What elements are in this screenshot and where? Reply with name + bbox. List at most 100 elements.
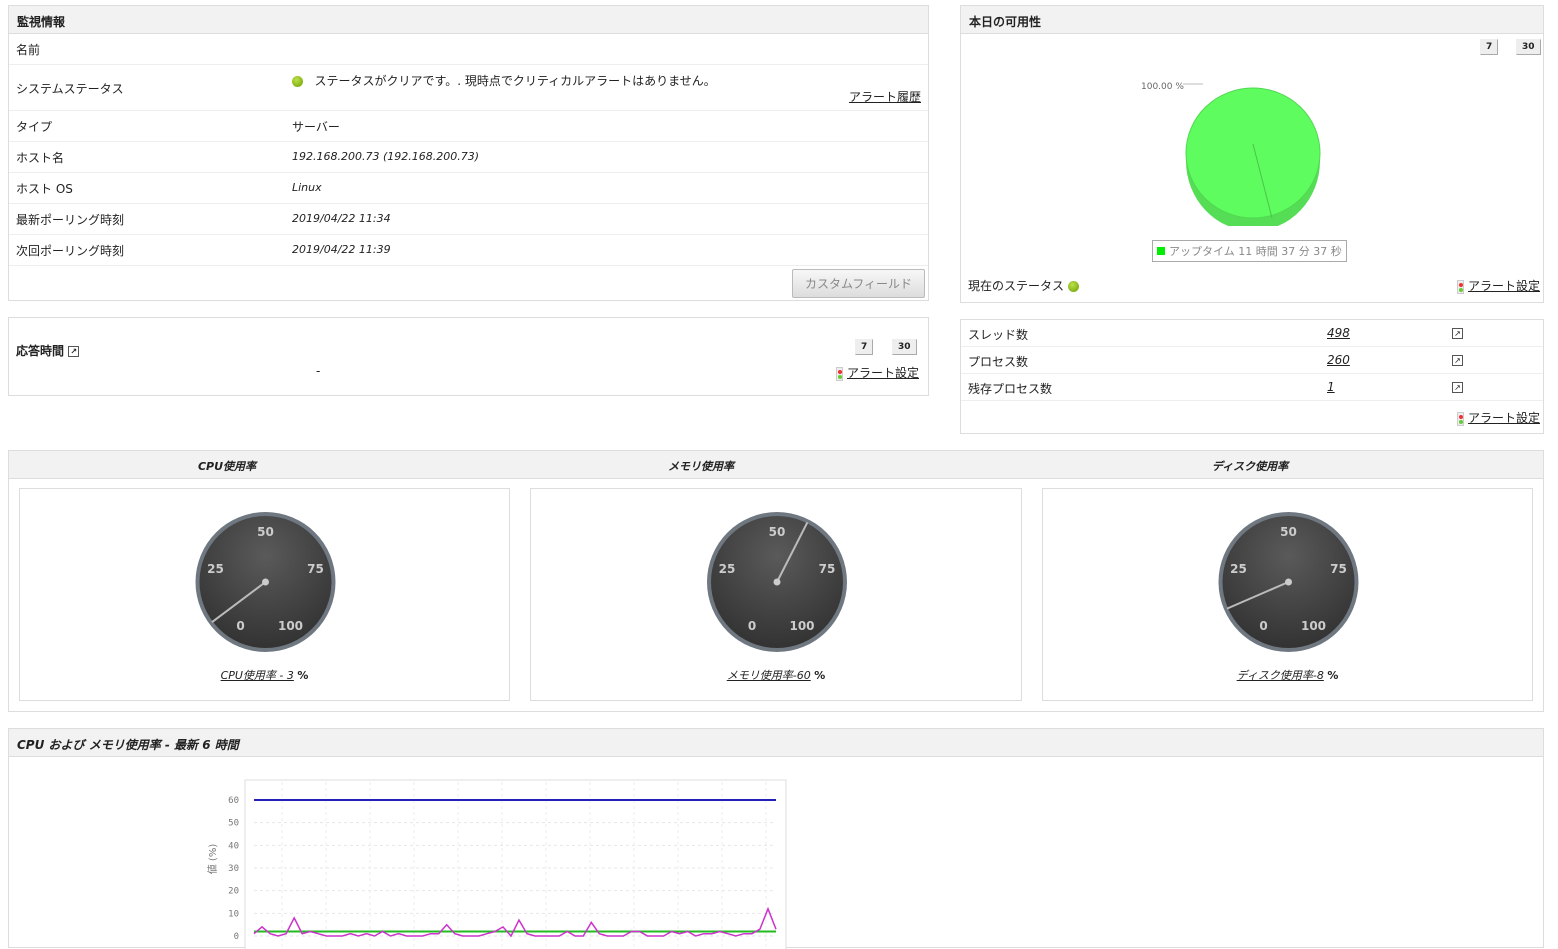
gauge-tick-label: 0: [236, 619, 244, 633]
gauge-tick-label: 25: [1230, 562, 1247, 576]
gauge-tick-label: 100: [278, 619, 303, 633]
row-next-poll: 次回ポーリング時刻 2019/04/22 11:39: [9, 235, 928, 266]
cpu-gauge-label: CPU使用率 - 3 %: [20, 667, 509, 683]
memory-gauge-title: メモリ使用率: [668, 460, 734, 473]
process-counts-panel: スレッド数 498 ↗ プロセス数 260 ↗ 残存プロセス数 1 ↗ アラート設定: [960, 319, 1544, 434]
external-link-icon[interactable]: ↗: [68, 346, 80, 357]
y-tick-label: 50: [228, 819, 239, 829]
alert-settings-link[interactable]: アラート設定: [847, 366, 919, 380]
gauge-tick-label: 50: [1280, 525, 1297, 539]
alert-settings: アラート設定: [835, 364, 919, 381]
memory-gauge-box: 0 25 50 75 100 メモリ使用率-60 %: [530, 488, 1022, 701]
gauge-tick-label: 0: [1259, 619, 1267, 633]
process-count-link[interactable]: 260: [1327, 353, 1350, 367]
monitor-info-title: 監視情報: [9, 6, 928, 34]
pie-slice-uptime: [1185, 87, 1321, 219]
external-link-icon[interactable]: ↗: [1452, 355, 1463, 366]
memory-usage-link[interactable]: メモリ使用率-60: [727, 669, 811, 682]
availability-panel: 本日の可用性 7 30 100.00 % アップタイム 11 時間 37 分 3…: [960, 5, 1544, 303]
legend-text: アップタイム 11 時間 37 分 37 秒: [1169, 245, 1342, 258]
disk-gauge-label: ディスク使用率-8 %: [1043, 667, 1532, 683]
zombie-process-row: 残存プロセス数 1 ↗: [961, 374, 1543, 401]
gauge-tick-label: 25: [719, 562, 736, 576]
gauge-tick-label: 75: [819, 562, 836, 576]
gauge-tick-label: 50: [257, 525, 274, 539]
alert-settings-link[interactable]: アラート設定: [1468, 279, 1540, 293]
row-system-status: システムステータス ステータスがクリアです。. 現時点でクリティカルアラートはあ…: [9, 65, 928, 111]
row-label: プロセス数: [968, 355, 1029, 369]
gauge-tick-label: 75: [1330, 562, 1347, 576]
pie-legend: アップタイム 11 時間 37 分 37 秒: [1152, 240, 1347, 262]
y-tick-label: 10: [228, 909, 239, 919]
disk-gauge-title: ディスク使用率: [1211, 460, 1289, 473]
row-label: ホスト名: [16, 151, 65, 165]
row-type: タイプ サーバー: [9, 111, 928, 142]
current-status-label: 現在のステータス: [968, 279, 1065, 293]
row-value: サーバー: [292, 120, 340, 134]
status-text: ステータスがクリアです。. 現時点でクリティカルアラートはありません。: [314, 74, 716, 88]
gauge-tick-label: 100: [789, 619, 814, 633]
y-tick-label: 60: [228, 796, 239, 806]
zombie-process-link[interactable]: 1: [1327, 380, 1335, 394]
row-name: 名前: [9, 34, 928, 65]
y-tick-label: 40: [228, 841, 239, 851]
row-last-poll: 最新ポーリング時刻 2019/04/22 11:34: [9, 204, 928, 235]
monitor-info-panel: 監視情報 名前 システムステータス ステータスがクリアです。. 現時点でクリティ…: [8, 5, 929, 301]
unit: %: [297, 669, 309, 682]
gauge-tick-label: 25: [207, 562, 224, 576]
usage-gauges-panel: CPU使用率 メモリ使用率 ディスク使用率 0 25 50 75 100 CPU使用率 -…: [8, 450, 1544, 712]
memory-gauge-label: メモリ使用率-60 %: [531, 667, 1021, 683]
disk-usage-link[interactable]: ディスク使用率-8: [1237, 669, 1324, 682]
memory-gauge: 0 25 50 75 100: [707, 512, 847, 652]
30-day-button[interactable]: 30: [892, 339, 917, 355]
gauge-tick-label: 50: [769, 525, 786, 539]
response-time-label: 応答時間: [16, 344, 65, 358]
alert-history-link[interactable]: アラート履歴: [849, 88, 921, 105]
traffic-light-icon: [835, 366, 843, 381]
y-tick-label: 20: [228, 887, 239, 897]
row-label: 名前: [16, 43, 41, 57]
row-value: Linux: [292, 181, 322, 194]
availability-title: 本日の可用性: [961, 6, 1543, 34]
cpu-gauge-box: 0 25 50 75 100 CPU使用率 - 3 %: [19, 488, 510, 701]
usage-line-chart: 0 10 20 30 40 50 60 値 (%): [206, 779, 787, 949]
gauge-tick-label: 100: [1301, 619, 1326, 633]
traffic-light-icon: [1456, 279, 1464, 294]
7-day-button[interactable]: 7: [855, 339, 874, 355]
unit: %: [1327, 669, 1339, 682]
row-label: スレッド数: [968, 328, 1029, 342]
gauge-hub: [262, 578, 269, 586]
status-ok-icon: [292, 76, 303, 87]
traffic-light-icon: [1456, 411, 1464, 426]
row-host-os: ホスト OS Linux: [9, 173, 928, 204]
30-day-button[interactable]: 30: [1516, 39, 1541, 55]
response-time-title: 応答時間 ↗: [16, 342, 80, 359]
row-value: 2019/04/22 11:34: [292, 212, 391, 225]
response-time-value: -: [316, 364, 321, 378]
pie-percent-label: 100.00 %: [1141, 82, 1184, 92]
custom-field-button[interactable]: カスタムフィールド: [791, 269, 925, 298]
disk-gauge: 0 25 50 75 100: [1218, 512, 1359, 652]
disk-gauge-box: 0 25 50 75 100 ディスク使用率-8 %: [1042, 488, 1533, 701]
external-link-icon[interactable]: ↗: [1452, 328, 1463, 339]
y-tick-label: 30: [228, 864, 239, 874]
row-label: 残存プロセス数: [968, 382, 1053, 396]
gauge-tick-label: 0: [748, 619, 756, 633]
status-ok-icon: [1067, 281, 1079, 292]
7-day-button[interactable]: 7: [1480, 39, 1499, 55]
current-status: 現在のステータス: [968, 277, 1079, 294]
plot-frame: [244, 779, 787, 949]
alert-settings: アラート設定: [1456, 409, 1540, 426]
row-hostname: ホスト名 192.168.200.73 (192.168.200.73): [9, 142, 928, 173]
history-title: CPU および メモリ使用率 - 最新 6 時間: [9, 729, 1543, 757]
row-value: 2019/04/22 11:39: [292, 243, 391, 256]
external-link-icon[interactable]: ↗: [1452, 382, 1463, 393]
status-value: ステータスがクリアです。. 現時点でクリティカルアラートはありません。: [292, 72, 716, 89]
history-panel: CPU および メモリ使用率 - 最新 6 時間 0 10 20 30 40 50 60 値 …: [8, 728, 1544, 949]
thread-count-link[interactable]: 498: [1327, 326, 1350, 340]
gauge-hub: [773, 578, 781, 586]
cpu-usage-link[interactable]: CPU使用率 - 3: [221, 669, 294, 682]
availability-pie-chart: [1183, 83, 1321, 226]
alert-settings-link[interactable]: アラート設定: [1468, 411, 1540, 425]
unit: %: [814, 669, 826, 682]
